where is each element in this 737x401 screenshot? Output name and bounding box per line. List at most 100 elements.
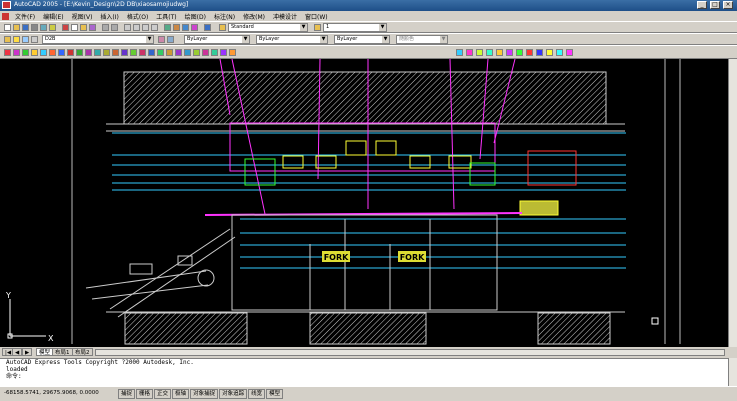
layer-previous-icon[interactable] xyxy=(167,36,174,43)
match-properties-icon[interactable] xyxy=(89,24,96,31)
erase-icon[interactable] xyxy=(67,49,74,56)
osnap-tangent-icon[interactable] xyxy=(506,49,513,56)
array-icon[interactable] xyxy=(103,49,110,56)
chevron-down-icon[interactable]: ▼ xyxy=(379,24,386,31)
extend-icon[interactable] xyxy=(157,49,164,56)
osnap-midpoint-icon[interactable] xyxy=(466,49,473,56)
offset-icon[interactable] xyxy=(94,49,101,56)
dim-scale-select[interactable]: 1 ▼ xyxy=(323,23,387,32)
rotate-icon[interactable] xyxy=(121,49,128,56)
zoom-extents-icon[interactable] xyxy=(566,49,573,56)
make-object-layer-current-icon[interactable] xyxy=(158,36,165,43)
dimension-diameter-icon[interactable] xyxy=(229,49,236,56)
layer-freeze-icon[interactable] xyxy=(22,36,29,43)
zoom-window-icon[interactable] xyxy=(142,24,149,31)
break-icon[interactable] xyxy=(166,49,173,56)
osnap-none-icon[interactable] xyxy=(536,49,543,56)
osnap-intersection-icon[interactable] xyxy=(476,49,483,56)
maximize-button[interactable]: □ xyxy=(710,1,720,9)
snap-toggle[interactable]: 捕捉 xyxy=(118,389,136,399)
dimension-linear-icon[interactable] xyxy=(202,49,209,56)
scale-icon[interactable] xyxy=(130,49,137,56)
horizontal-scrollbar[interactable] xyxy=(95,349,725,356)
plot-style-select[interactable]: 随颜色 ▼ xyxy=(396,35,448,44)
osnap-toggle[interactable]: 对象捕捉 xyxy=(190,389,219,399)
autocad-app-icon[interactable] xyxy=(2,1,11,9)
tab-layout1[interactable]: 布局1 xyxy=(52,348,73,356)
osnap-center-icon[interactable] xyxy=(486,49,493,56)
otrack-toggle[interactable]: 对象追踪 xyxy=(219,389,248,399)
stretch-icon[interactable] xyxy=(139,49,146,56)
osnap-settings-icon[interactable] xyxy=(546,49,553,56)
minimize-button[interactable]: _ xyxy=(697,1,707,9)
osnap-quadrant-icon[interactable] xyxy=(496,49,503,56)
preview-icon[interactable] xyxy=(40,24,47,31)
document-icon[interactable] xyxy=(2,12,9,20)
dim-style-icon[interactable] xyxy=(314,24,321,31)
trim-icon[interactable] xyxy=(148,49,155,56)
tab-layout2[interactable]: 布局2 xyxy=(72,348,93,356)
linetype-select[interactable]: ByLayer ▼ xyxy=(256,35,328,44)
menu-tools[interactable]: 工具(T) xyxy=(152,12,180,21)
help-icon[interactable] xyxy=(204,24,211,31)
chevron-down-icon[interactable]: ▼ xyxy=(300,24,307,31)
tool-palettes-icon[interactable] xyxy=(182,24,189,31)
layer-manager-icon[interactable] xyxy=(4,36,11,43)
open-icon[interactable] xyxy=(13,24,20,31)
layer-on-icon[interactable] xyxy=(13,36,20,43)
publish-icon[interactable] xyxy=(49,24,56,31)
properties-icon[interactable] xyxy=(164,24,171,31)
menu-insert[interactable]: 插入(I) xyxy=(96,12,122,21)
menu-modify[interactable]: 修改(M) xyxy=(239,12,269,21)
pan-icon[interactable] xyxy=(124,24,131,31)
block-icon[interactable] xyxy=(58,49,65,56)
layer-select[interactable]: D2B ▼ xyxy=(42,35,154,44)
menu-format[interactable]: 格式(O) xyxy=(123,12,152,21)
chevron-down-icon[interactable]: ▼ xyxy=(440,36,447,43)
new-icon[interactable] xyxy=(4,24,11,31)
draw-polyline-icon[interactable] xyxy=(13,49,20,56)
copy-icon[interactable] xyxy=(71,24,78,31)
paste-icon[interactable] xyxy=(80,24,87,31)
layer-lock-icon[interactable] xyxy=(31,36,38,43)
menu-window[interactable]: 窗口(W) xyxy=(301,12,332,21)
lineweight-toggle[interactable]: 线宽 xyxy=(248,389,266,399)
sheet-set-icon[interactable] xyxy=(191,24,198,31)
chevron-down-icon[interactable]: ▼ xyxy=(242,36,249,43)
close-button[interactable]: × xyxy=(723,1,733,9)
drawing-area[interactable]: FORK FORK Y X xyxy=(0,59,737,347)
menu-draw[interactable]: 绘图(D) xyxy=(181,12,210,21)
design-center-icon[interactable] xyxy=(173,24,180,31)
osnap-endpoint-icon[interactable] xyxy=(456,49,463,56)
dimension-radius-icon[interactable] xyxy=(220,49,227,56)
draw-arc-icon[interactable] xyxy=(31,49,38,56)
draw-line-icon[interactable] xyxy=(4,49,11,56)
tab-model[interactable]: 模型 xyxy=(36,348,54,356)
hatch-icon[interactable] xyxy=(49,49,56,56)
color-select[interactable]: ByLayer ▼ xyxy=(184,35,250,44)
osnap-perpendicular-icon[interactable] xyxy=(516,49,523,56)
menu-edit[interactable]: 编辑(E) xyxy=(39,12,67,21)
undo-icon[interactable] xyxy=(102,24,109,31)
redo-icon[interactable] xyxy=(111,24,118,31)
menu-die-design[interactable]: 冲模设计 xyxy=(269,12,301,21)
print-icon[interactable] xyxy=(31,24,38,31)
explode-icon[interactable] xyxy=(193,49,200,56)
command-window[interactable]: AutoCAD Express Tools Copyright ?2000 Au… xyxy=(0,358,728,386)
menu-file[interactable]: 文件(F) xyxy=(11,12,39,21)
chevron-down-icon[interactable]: ▼ xyxy=(146,36,153,43)
zoom-previous-icon[interactable] xyxy=(151,24,158,31)
command-scrollbar[interactable] xyxy=(728,358,737,386)
save-icon[interactable] xyxy=(22,24,29,31)
lineweight-select[interactable]: ByLayer ▼ xyxy=(334,35,390,44)
osnap-nearest-icon[interactable] xyxy=(526,49,533,56)
tab-nav-prev[interactable]: ◀ xyxy=(12,348,23,356)
tab-nav-next[interactable]: ▶ xyxy=(22,348,33,356)
polar-toggle[interactable]: 极轴 xyxy=(172,389,190,399)
draw-circle-icon[interactable] xyxy=(22,49,29,56)
grid-toggle[interactable]: 栅格 xyxy=(136,389,154,399)
chamfer-icon[interactable] xyxy=(175,49,182,56)
text-style-select[interactable]: Standard ▼ xyxy=(228,23,308,32)
chevron-down-icon[interactable]: ▼ xyxy=(382,36,389,43)
vertical-scrollbar[interactable] xyxy=(728,59,737,347)
